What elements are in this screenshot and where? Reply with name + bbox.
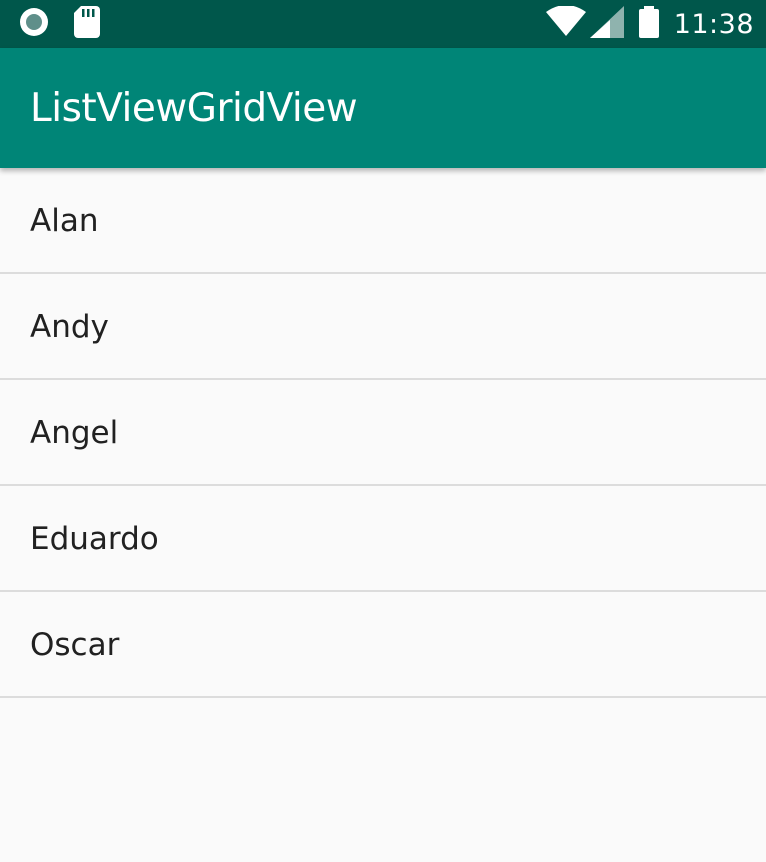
status-right-icons: 11:38	[545, 5, 754, 43]
status-bar: 11:38	[0, 0, 766, 48]
list-item-label: Oscar	[30, 627, 120, 663]
app-title: ListViewGridView	[30, 86, 358, 131]
status-left-icons	[18, 6, 100, 42]
list-item-label: Eduardo	[30, 521, 159, 557]
wifi-icon	[545, 5, 586, 42]
sd-card-icon	[74, 6, 100, 42]
status-time: 11:38	[673, 8, 754, 40]
cell-signal-icon	[589, 6, 624, 42]
app-bar: ListViewGridView	[0, 48, 766, 168]
list-item-label: Alan	[30, 203, 99, 239]
list-item-oscar[interactable]: Oscar	[0, 592, 766, 698]
list-item-andy[interactable]: Andy	[0, 274, 766, 380]
names-list: Alan Andy Angel Eduardo Oscar	[0, 168, 766, 698]
battery-icon	[638, 6, 660, 42]
list-item-label: Angel	[30, 415, 119, 451]
list-item-label: Andy	[30, 309, 109, 345]
list-item-alan[interactable]: Alan	[0, 168, 766, 274]
list-item-angel[interactable]: Angel	[0, 380, 766, 486]
record-icon	[18, 6, 50, 42]
list-item-eduardo[interactable]: Eduardo	[0, 486, 766, 592]
